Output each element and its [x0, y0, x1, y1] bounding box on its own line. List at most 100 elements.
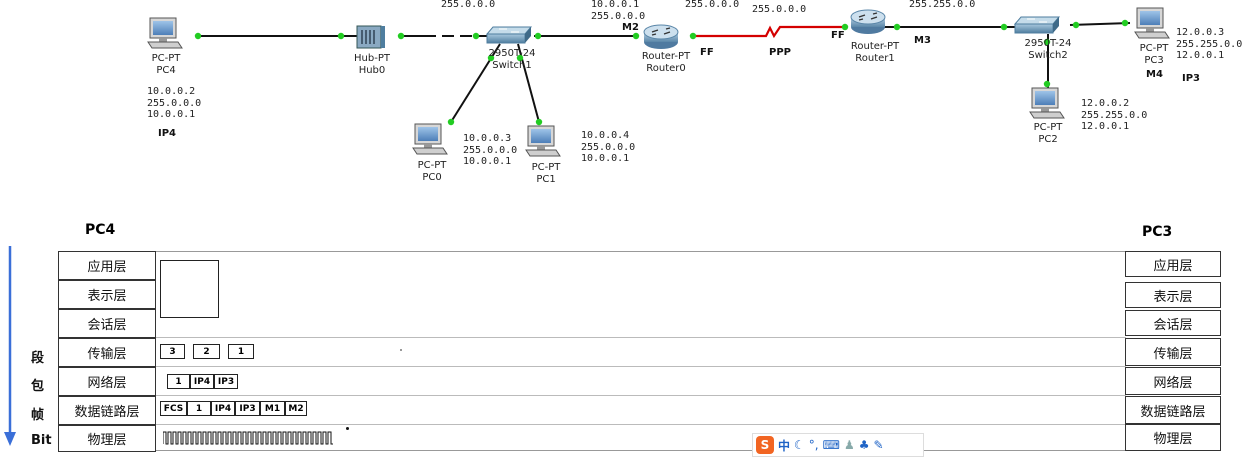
router0-type: Router-PT: [641, 51, 691, 62]
pc4-icon[interactable]: [147, 17, 183, 49]
router0-tag: M2: [622, 22, 639, 33]
user-icon[interactable]: ♟: [844, 438, 855, 452]
pc0-ip: 10.0.0.3: [463, 133, 512, 144]
left-layer-physical: 物理层: [58, 425, 156, 452]
right-layer-physical: 物理层: [1125, 424, 1221, 451]
left-host-title: PC4: [85, 222, 116, 238]
punctuation-icon[interactable]: °,: [809, 438, 819, 452]
router1-type: Router-PT: [850, 41, 900, 52]
switch2-name: Switch2: [1028, 49, 1068, 61]
right-host-title: PC3: [1142, 224, 1173, 240]
link-seg: M1: [260, 401, 285, 416]
link-seg: 1: [187, 401, 211, 416]
ime-toolbar[interactable]: S 中 ☾ °, ⌨ ♟ ♣ ✎: [752, 433, 924, 457]
left-layer-presentation: 表示层: [58, 280, 156, 309]
left-layer-session: 会话层: [58, 309, 156, 338]
pc4-label: PC-PT PC4: [142, 53, 190, 76]
router1-ff: FF: [831, 30, 845, 41]
network-seg: 1: [167, 374, 190, 389]
sogou-logo-icon[interactable]: S: [756, 436, 774, 454]
hub0-name: Hub0: [358, 64, 386, 76]
router0-ff: FF: [700, 47, 714, 58]
left-layer-application: 应用层: [58, 251, 156, 280]
router0-mask: 255.0.0.0: [591, 10, 646, 22]
pc3-gateway: 12.0.0.1: [1176, 50, 1225, 61]
pc3-config: 12.0.0.3 255.255.0.0 12.0.0.1: [1176, 27, 1242, 62]
link-seg: M2: [285, 401, 307, 416]
pc4-tag: IP4: [158, 128, 177, 139]
pc3-label: PC-PT PC3: [1134, 43, 1174, 66]
router0-config: 10.0.0.1 255.0.0.0: [591, 0, 645, 22]
data-box: [160, 260, 219, 318]
wrench-icon[interactable]: ✎: [873, 438, 883, 452]
side-label-bit: Bit: [31, 433, 52, 448]
pc4-name: PC4: [156, 64, 176, 76]
layer-divider: [156, 424, 1126, 425]
router1-icon[interactable]: [850, 9, 886, 35]
transport-seg: 3: [160, 344, 185, 359]
pc1-gateway: 10.0.0.1: [581, 153, 630, 164]
pc2-label: PC-PT PC2: [1028, 122, 1068, 145]
pc2-name: PC2: [1038, 133, 1058, 145]
pc0-type: PC-PT: [417, 160, 447, 171]
pc2-config: 12.0.0.2 255.255.0.0 12.0.0.1: [1081, 98, 1147, 133]
switch2-icon[interactable]: [1014, 16, 1060, 34]
pc0-icon[interactable]: [412, 123, 448, 155]
side-label-segment: 段: [31, 351, 45, 366]
pc2-ip: 12.0.0.2: [1081, 98, 1130, 109]
router1-mask: 255.255.0.0: [909, 0, 976, 10]
router0-icon[interactable]: [643, 24, 679, 50]
layer-divider: [156, 395, 1126, 396]
router0-label: Router-PT Router0: [636, 51, 696, 74]
lang-toggle[interactable]: 中: [778, 437, 790, 454]
pc0-name: PC0: [422, 171, 442, 183]
transport-seg: 1: [228, 344, 254, 359]
pc3-name: PC3: [1144, 54, 1164, 66]
ppp-mask: 255.0.0.0: [752, 4, 807, 15]
pc1-ip: 10.0.0.4: [581, 130, 630, 141]
left-layer-datalink: 数据链路层: [58, 396, 156, 425]
hub0-icon[interactable]: [356, 25, 385, 49]
side-label-frame: 帧: [31, 408, 45, 423]
link-seg: IP3: [235, 401, 260, 416]
layer-divider: [156, 337, 1126, 338]
router0-name: Router0: [646, 62, 686, 74]
pc0-label: PC-PT PC0: [412, 160, 452, 183]
ppp-link: [693, 25, 845, 39]
moon-icon[interactable]: ☾: [794, 438, 805, 452]
switch1-label: 2950T-24 Switch1: [484, 48, 540, 71]
router1-name: Router1: [855, 52, 895, 64]
right-layer-application: 应用层: [1125, 251, 1221, 277]
switch2-label: 2950T-24 Switch2: [1020, 38, 1076, 61]
hub0-type: Hub-PT: [354, 53, 390, 64]
dot-marker: [346, 427, 349, 430]
pc3-ip: 12.0.0.3: [1176, 27, 1225, 38]
dot-marker: [400, 349, 402, 351]
link-seg: IP4: [211, 401, 235, 416]
transport-seg: 2: [193, 344, 220, 359]
switch1-icon[interactable]: [486, 26, 532, 44]
right-layer-datalink: 数据链路层: [1125, 396, 1221, 424]
keyboard-icon[interactable]: ⌨: [823, 438, 840, 452]
bit-stream: [163, 431, 333, 445]
skin-icon[interactable]: ♣: [859, 438, 870, 452]
switch1-type: 2950T-24: [488, 48, 536, 59]
pc2-icon[interactable]: [1029, 87, 1065, 119]
router0-ip: 10.0.0.1: [591, 0, 640, 10]
pc2-mask: 255.255.0.0: [1081, 109, 1148, 121]
pc3-icon[interactable]: [1134, 7, 1170, 39]
pc0-mask: 255.0.0.0: [463, 144, 518, 156]
pc0-gateway: 10.0.0.1: [463, 156, 512, 167]
pc4-ip: 10.0.0.2: [147, 86, 196, 97]
layer-divider: [156, 366, 1126, 367]
pc1-icon[interactable]: [525, 125, 561, 157]
router0-right-mask: 255.0.0.0: [685, 0, 740, 10]
pc3-mask: 255.255.0.0: [1176, 38, 1243, 50]
layer-band: [156, 251, 1126, 451]
network-seg: IP4: [190, 374, 214, 389]
pc4-config: 10.0.0.2 255.0.0.0 10.0.0.1: [147, 86, 201, 121]
right-layer-transport: 传输层: [1125, 338, 1221, 366]
pc3-type: PC-PT: [1139, 43, 1169, 54]
switch1-name: Switch1: [492, 59, 532, 71]
pc2-gateway: 12.0.0.1: [1081, 121, 1130, 132]
